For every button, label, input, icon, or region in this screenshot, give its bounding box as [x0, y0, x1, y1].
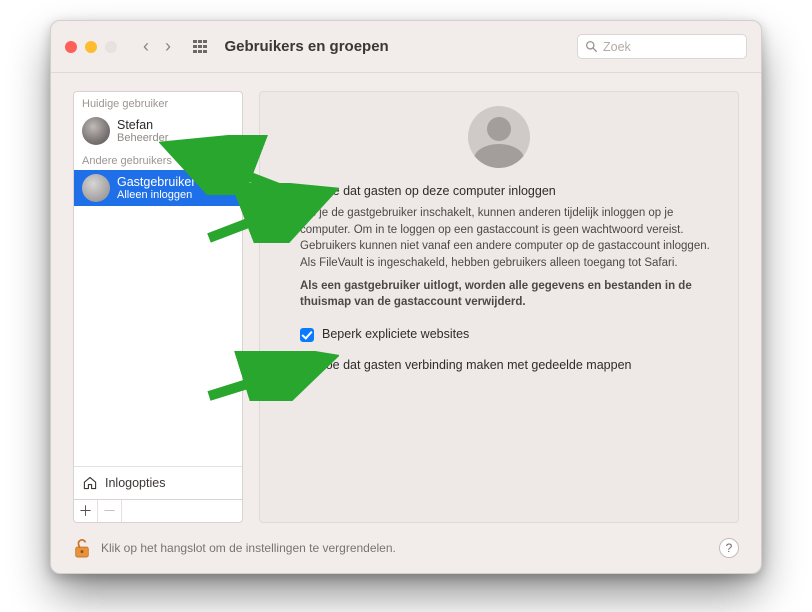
footer: Klik op het hangslot om de instellingen …	[73, 523, 739, 559]
restrict-explicit-websites-label: Beperk expliciete websites	[322, 327, 469, 341]
restrict-explicit-websites-row[interactable]: Beperk expliciete websites	[300, 327, 720, 342]
close-window-button[interactable]	[65, 41, 77, 53]
help-button[interactable]: ?	[719, 538, 739, 558]
restrict-explicit-websites-checkbox[interactable]	[300, 328, 314, 342]
back-button[interactable]: ‹	[137, 34, 155, 59]
user-list: Huidige gebruiker Stefan Beheerder Ander…	[73, 91, 243, 500]
guest-detail-pane: Sta toe dat gasten op deze computer inlo…	[259, 91, 739, 523]
window-traffic-lights[interactable]	[65, 41, 117, 53]
toolbar: ‹ › Gebruikers en groepen	[51, 21, 761, 73]
add-remove-bar: ＋ －	[73, 500, 243, 523]
search-field[interactable]	[577, 34, 747, 59]
login-options-label: Inlogopties	[105, 476, 165, 490]
minimize-window-button[interactable]	[85, 41, 97, 53]
zoom-window-button[interactable]	[105, 41, 117, 53]
allow-shared-folders-row[interactable]: Sta toe dat gasten verbinding maken met …	[278, 358, 720, 373]
user-row-current[interactable]: Stefan Beheerder	[74, 113, 242, 149]
allow-shared-folders-checkbox[interactable]	[278, 359, 292, 373]
preferences-window: ‹ › Gebruikers en groepen Huidige gebrui…	[50, 20, 762, 574]
user-role: Alleen inloggen	[117, 189, 196, 201]
forward-button[interactable]: ›	[159, 34, 177, 59]
user-role: Beheerder	[117, 132, 168, 144]
allow-guest-login-checkbox[interactable]	[278, 185, 292, 199]
content-area: Huidige gebruiker Stefan Beheerder Ander…	[51, 73, 761, 573]
guest-avatar-icon[interactable]	[468, 106, 530, 168]
search-input[interactable]	[603, 40, 739, 54]
add-user-button[interactable]: ＋	[74, 500, 98, 522]
house-icon	[82, 475, 98, 491]
section-current-user-label: Huidige gebruiker	[74, 92, 242, 113]
search-icon	[585, 40, 598, 53]
avatar	[82, 117, 110, 145]
allow-guest-login-warning: Als een gastgebruiker uitlogt, worden al…	[300, 278, 720, 311]
window-title: Gebruikers en groepen	[225, 38, 389, 55]
avatar	[82, 174, 110, 202]
section-other-users-label: Andere gebruikers	[74, 149, 242, 170]
login-options-row[interactable]: Inlogopties	[74, 466, 242, 499]
allow-guest-login-description: Als je de gastgebruiker inschakelt, kunn…	[300, 205, 720, 272]
allow-guest-login-row[interactable]: Sta toe dat gasten op deze computer inlo…	[278, 184, 720, 199]
lock-hint-text: Klik op het hangslot om de instellingen …	[101, 541, 396, 555]
remove-user-button[interactable]: －	[98, 500, 122, 522]
nav-arrows: ‹ ›	[137, 34, 177, 59]
show-all-icon[interactable]	[193, 40, 207, 54]
allow-shared-folders-label: Sta toe dat gasten verbinding maken met …	[300, 358, 631, 372]
user-row-guest[interactable]: Gastgebruiker Alleen inloggen	[74, 170, 242, 206]
user-name: Gastgebruiker	[117, 175, 196, 189]
allow-guest-login-label: Sta toe dat gasten op deze computer inlo…	[300, 184, 556, 198]
users-sidebar: Huidige gebruiker Stefan Beheerder Ander…	[73, 91, 243, 523]
user-name: Stefan	[117, 118, 168, 132]
unlocked-lock-icon[interactable]	[73, 537, 91, 559]
